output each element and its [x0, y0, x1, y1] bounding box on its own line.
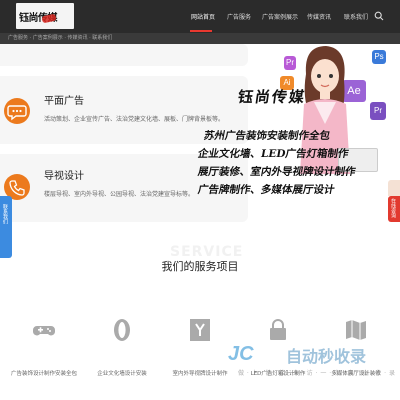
card-desc: 楼层导视、室内外导视、公园导视、法治党建宣导标等。 — [44, 191, 195, 198]
chat-bubble-icon — [4, 98, 30, 124]
watermark-text: 自动秒收录 — [286, 347, 367, 366]
map-icon — [346, 320, 366, 340]
search-icon[interactable] — [374, 11, 384, 21]
floating-contact-tab[interactable]: 联系我们 — [0, 196, 12, 258]
breadcrumb-text[interactable]: 广告服务 · 广告案例展示 · 传媒资讯 · 联系我们 — [8, 34, 112, 41]
nav-item-home[interactable]: 网站首页 — [191, 12, 215, 21]
premiere-app-icon: Pr — [284, 56, 296, 70]
online-consult-label: 在线咨询 — [390, 198, 396, 218]
watermark-logo: JC — [228, 343, 254, 365]
top-header: 钰尚传媒 网站首页 广告服务 广告案例展示 传媒资讯 联系我们 — [0, 0, 400, 33]
service-card-partial — [0, 44, 248, 66]
promo-line: 企业文化墙、LED广告灯箱制作 — [196, 148, 350, 160]
section-title: 我们的服务项目 — [161, 260, 239, 273]
opera-icon — [114, 319, 130, 341]
y-combinator-icon — [190, 319, 210, 341]
brand-slogan: 钰尚传媒 — [236, 88, 308, 106]
support-avatar[interactable] — [388, 180, 400, 196]
service-item-label: 室内外导视牌设计制作 — [172, 371, 228, 377]
nav-item-contact[interactable]: 联系我们 — [344, 12, 368, 21]
card-title: 平面广告 — [44, 96, 84, 107]
promo-line: 广告牌制作、多媒体展厅设计 — [196, 184, 336, 196]
floating-contact-label: 联系我们 — [2, 204, 8, 224]
breadcrumb: 广告服务 · 广告案例展示 · 传媒资讯 · 联系我们 — [0, 33, 400, 44]
service-item-label: 广告装饰设计制作安装全包 — [10, 371, 77, 377]
promo-banner: Pr Ai Ps Ae Pr — [250, 44, 400, 204]
watermark-subtext: 做 · 上 · 链 · 接 · 来 · 访 · 一 · 次 · 自 · 动 · … — [238, 370, 396, 377]
promo-line: 展厅装修、室内外导视牌设计制作 — [196, 166, 357, 178]
nav-item-news[interactable]: 传媒资讯 — [307, 12, 331, 21]
premiere-app-icon: Pr — [370, 102, 386, 120]
service-item-label: 企业文化墙设计安装 — [97, 371, 147, 377]
nav-item-cases[interactable]: 广告案例展示 — [262, 12, 298, 21]
card-desc: 活动策划、企业宣传广告、法治党建文化墙、展板、门牌背景板等。 — [44, 116, 225, 123]
online-consult-tab[interactable]: 在线咨询 — [388, 196, 400, 222]
site-logo[interactable]: 钰尚传媒 — [16, 3, 74, 29]
nav-item-services[interactable]: 广告服务 — [227, 12, 251, 21]
lock-icon — [270, 319, 286, 340]
gamepad-icon — [33, 326, 55, 336]
promo-line: 苏州广告装饰安装制作全包 — [202, 130, 331, 142]
card-title: 导视设计 — [44, 171, 84, 182]
photoshop-app-icon: Ps — [372, 50, 386, 64]
nav-active-underline — [190, 30, 212, 32]
